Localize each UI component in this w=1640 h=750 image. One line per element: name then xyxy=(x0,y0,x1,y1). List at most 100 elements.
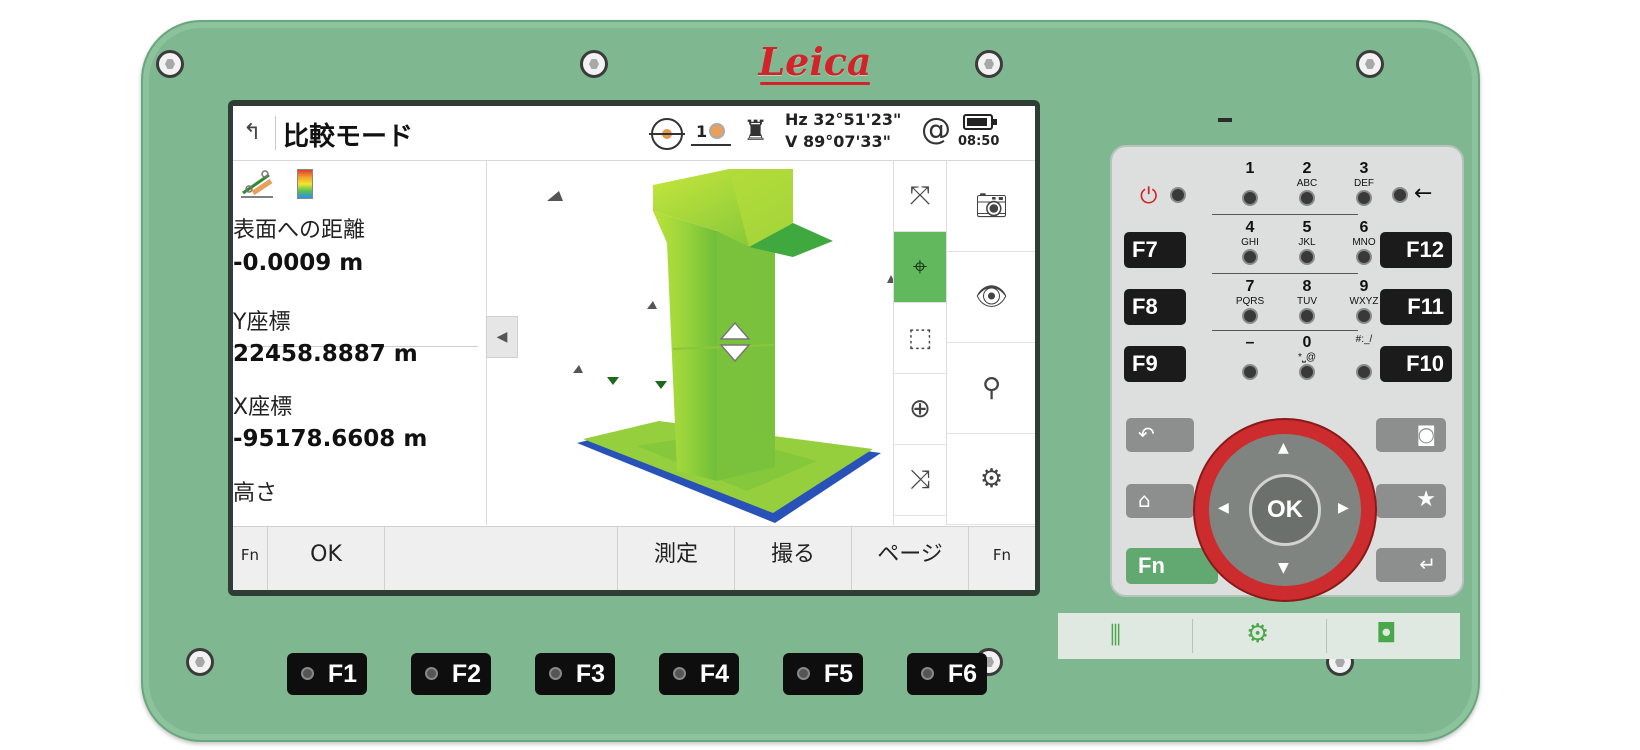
instrument-icon[interactable]: ♜ xyxy=(743,114,768,147)
number-key-letters: DEF xyxy=(1354,178,1374,189)
f12-key[interactable]: F12 xyxy=(1380,232,1452,268)
key-led xyxy=(1356,308,1372,324)
function-strip: ⫼ ⚙ ◘ xyxy=(1058,613,1460,659)
f11-key[interactable]: F11 xyxy=(1380,289,1452,325)
number-key-letters: JKL xyxy=(1298,237,1316,248)
search-icon[interactable]: ⚲ xyxy=(947,343,1035,434)
number-key-6[interactable]: 7 PQRS xyxy=(1230,278,1270,334)
zoom-center-icon[interactable]: ⤨ xyxy=(894,445,946,516)
camera-settings-icon[interactable]: ◘ xyxy=(1376,619,1397,649)
x-coord-value: -95178.6608 m xyxy=(233,426,428,452)
f9-key[interactable]: F9 xyxy=(1124,346,1186,382)
number-key-letters: PQRS xyxy=(1235,296,1265,307)
power-key[interactable] xyxy=(1170,187,1186,203)
f5-key[interactable]: F5 xyxy=(783,653,863,695)
home-key[interactable]: ⌂ xyxy=(1126,484,1194,518)
number-key-0[interactable]: 1 xyxy=(1230,160,1270,216)
screw xyxy=(1356,50,1384,78)
f2-key[interactable]: F2 xyxy=(411,653,491,695)
f3-key[interactable]: F3 xyxy=(535,653,615,695)
prism-underline xyxy=(691,144,731,146)
key-led xyxy=(1356,249,1372,265)
at-icon[interactable]: @ xyxy=(921,112,951,147)
key-led xyxy=(1299,308,1315,324)
enter-key[interactable]: ↵ xyxy=(1376,548,1446,582)
number-key-letters: MNO xyxy=(1352,237,1376,248)
collapse-panel-button[interactable]: ◀ xyxy=(486,316,518,358)
number-key-10[interactable]: 0 *⎵@ xyxy=(1287,334,1327,390)
softkey-page[interactable]: ページ xyxy=(852,527,969,590)
target-icon[interactable] xyxy=(649,118,685,150)
f7-key[interactable]: F7 xyxy=(1124,232,1186,268)
number-key-7[interactable]: 8 TUV xyxy=(1287,278,1327,334)
number-key-4[interactable]: 5 JKL xyxy=(1287,219,1327,275)
softkey-capture[interactable]: 撮る xyxy=(735,527,852,590)
survey-rods-icon[interactable]: ⫼ xyxy=(1110,621,1121,649)
up-arrow-key[interactable]: ▲ xyxy=(1278,440,1289,456)
surface-tool-icon[interactable] xyxy=(239,169,275,199)
display: ↰ 比較モード 1 ♜ Hz 32°51'23" V 89°07'33" @ 0… xyxy=(233,106,1035,590)
number-key-digit: – xyxy=(1245,334,1255,351)
keypad-divider xyxy=(1212,330,1358,331)
number-key-8[interactable]: 9 WXYZ xyxy=(1344,278,1384,334)
back-icon[interactable]: ↰ xyxy=(243,120,261,145)
power-icon: ⏻ xyxy=(1140,184,1158,209)
point-cloud-view[interactable] xyxy=(517,161,893,525)
select-area-icon[interactable]: ⬚ xyxy=(894,303,946,374)
f1-key[interactable]: F1 xyxy=(287,653,367,695)
ok-key[interactable]: OK xyxy=(1249,474,1321,546)
left-arrow-key[interactable]: ◀ xyxy=(1218,500,1229,516)
color-scale-icon[interactable] xyxy=(297,169,313,199)
gears-icon[interactable]: ⚙ xyxy=(1246,619,1269,649)
softkey-fn-right[interactable]: Fn xyxy=(969,527,1035,590)
number-key-digit: 8 xyxy=(1302,278,1312,295)
number-key-5[interactable]: 6 MNO xyxy=(1344,219,1384,275)
number-key-3[interactable]: 4 GHI xyxy=(1230,219,1270,275)
softkey-empty[interactable] xyxy=(385,527,618,590)
key-led xyxy=(1299,249,1315,265)
f8-key[interactable]: F8 xyxy=(1124,289,1186,325)
number-key-11[interactable]: #:_/ xyxy=(1344,334,1384,390)
key-led xyxy=(1299,364,1315,380)
view-toggle-icon[interactable]: 👁︎ xyxy=(947,252,1035,343)
number-key-letters: #:_/ xyxy=(1355,334,1373,345)
camera-key[interactable]: ◙ xyxy=(1376,418,1446,452)
number-key-letters: ABC xyxy=(1296,178,1318,189)
f4-key[interactable]: F4 xyxy=(659,653,739,695)
backspace-key[interactable] xyxy=(1392,187,1408,203)
number-key-2[interactable]: 3 DEF xyxy=(1344,160,1384,216)
camera-icon[interactable]: 📷︎ xyxy=(947,161,1035,252)
favourite-key[interactable]: ★ xyxy=(1376,484,1446,518)
number-key-1[interactable]: 2 ABC xyxy=(1287,160,1327,216)
down-arrow-key[interactable]: ▼ xyxy=(1278,560,1289,576)
height-label: 高さ xyxy=(233,481,278,506)
right-arrow-key[interactable]: ▶ xyxy=(1338,500,1349,516)
brand-logo: Leica xyxy=(758,39,872,84)
fit-view-icon[interactable]: ⤧ xyxy=(894,161,946,232)
softkey-fn-left[interactable]: Fn xyxy=(233,527,268,590)
softkey-ok[interactable]: OK xyxy=(268,527,385,590)
f10-key[interactable]: F10 xyxy=(1380,346,1452,382)
number-key-9[interactable]: – xyxy=(1230,334,1270,390)
keypad-divider xyxy=(1212,273,1358,274)
number-key-letters: GHI xyxy=(1241,237,1259,248)
star-icon: ★ xyxy=(1416,487,1436,512)
softkey-bar: Fn OK 測定 撮る ページ Fn xyxy=(233,526,1035,590)
softkey-measure[interactable]: 測定 xyxy=(618,527,735,590)
number-key-digit: 1 xyxy=(1245,160,1255,177)
rotate-view-icon[interactable]: ⊕ xyxy=(894,374,946,445)
escape-key[interactable]: ↶ xyxy=(1126,418,1194,452)
key-led xyxy=(1356,364,1372,380)
settings-gear-icon[interactable]: ⚙ xyxy=(947,434,1035,525)
prism-icon[interactable] xyxy=(709,123,725,139)
number-key-letters: TUV xyxy=(1297,296,1317,307)
number-key-digit: 9 xyxy=(1359,278,1369,295)
pick-point-icon[interactable]: ⌖ xyxy=(894,232,946,303)
page-title: 比較モード xyxy=(283,122,414,152)
status-led xyxy=(1218,118,1232,122)
title-bar: ↰ 比較モード 1 ♜ Hz 32°51'23" V 89°07'33" @ 0… xyxy=(233,106,1035,161)
x-coord-label: X座標 xyxy=(233,395,293,420)
f6-key[interactable]: F6 xyxy=(907,653,987,695)
action-toolbar: 📷︎ 👁︎ ⚲ ⚙ xyxy=(946,161,1035,525)
number-key-letters: WXYZ xyxy=(1349,296,1379,307)
